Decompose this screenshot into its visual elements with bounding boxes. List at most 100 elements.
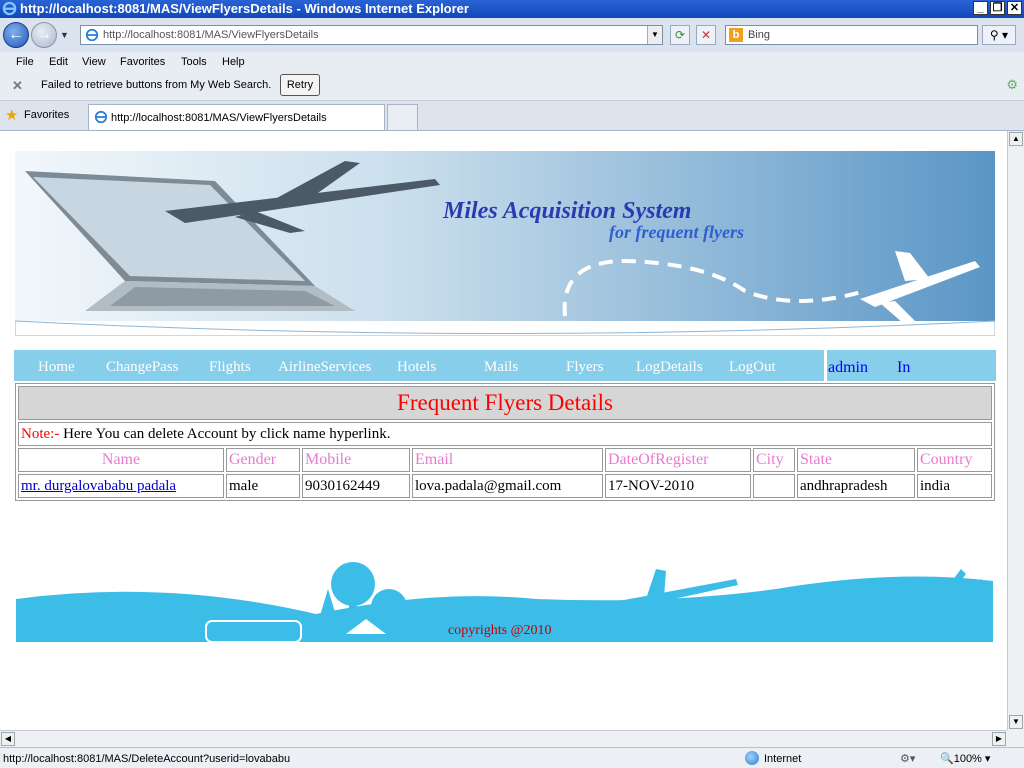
logged-in-user: admin [828,359,868,376]
nav-logout[interactable]: LogOut [729,359,776,376]
cell-gender: male [226,474,300,498]
search-placeholder[interactable]: Bing [748,29,770,41]
forward-arrow-icon: → [36,26,52,43]
search-box[interactable]: b Bing [725,25,978,45]
column-header: Name [18,448,224,472]
flyer-name-link[interactable]: mr. durgalovababu padala [21,478,176,494]
address-url[interactable]: http://localhost:8081/MAS/ViewFlyersDeta… [103,29,319,41]
window-title: http://localhost:8081/MAS/ViewFlyersDeta… [20,1,469,16]
internet-zone-icon [745,751,759,765]
zoom-value: 100% [953,753,982,765]
cell-state: andhrapradesh [797,474,915,498]
back-arrow-icon: ← [8,26,24,43]
back-button[interactable]: ← [3,22,29,48]
scroll-up-arrow-icon[interactable]: ▲ [1009,132,1023,146]
search-icon: ⚲ [989,28,999,42]
address-bar[interactable]: http://localhost:8081/MAS/ViewFlyersDeta… [80,25,663,45]
web-page: Miles Acquisition System for frequent fl… [0,131,1007,730]
cell-name: mr. durgalovababu padala [18,474,224,498]
navigation-bar: ← → ▼ http://localhost:8081/MAS/ViewFlye… [0,18,1024,52]
scroll-right-arrow-icon[interactable]: ▶ [992,732,1006,746]
favorites-bar: ★ Favorites http://localhost:8081/MAS/Vi… [0,101,1024,131]
site-nav-menu: Home ChangePass Flights AirlineServices … [14,350,996,381]
banner-title: Miles Acquisition System [442,198,691,224]
favorites-label[interactable]: Favorites [24,109,69,121]
menu-edit[interactable]: Edit [49,56,68,68]
retry-button[interactable]: Retry [280,74,320,96]
status-url: http://localhost:8081/MAS/DeleteAccount?… [3,753,291,765]
info-bar: ✕ Failed to retrieve buttons from My Web… [0,72,1024,101]
browser-tab[interactable]: http://localhost:8081/MAS/ViewFlyersDeta… [88,104,385,130]
site-banner: Miles Acquisition System for frequent fl… [15,151,995,336]
page-icon [85,28,99,42]
nav-home[interactable]: Home [38,359,75,376]
bing-icon: b [729,28,743,42]
ie-logo-icon [2,1,17,16]
column-header: State [797,448,915,472]
menu-bar: File Edit View Favorites Tools Help [0,52,1024,72]
info-message: Failed to retrieve buttons from My Web S… [41,79,272,91]
table-row: mr. durgalovababu padala male 9030162449… [18,474,992,498]
tab-title: http://localhost:8081/MAS/ViewFlyersDeta… [111,112,327,124]
column-header: Country [917,448,992,472]
scroll-left-arrow-icon[interactable]: ◀ [1,732,15,746]
cell-mobile: 9030162449 [302,474,410,498]
menu-view[interactable]: View [82,56,106,68]
dismiss-icon[interactable]: ✕ [12,78,23,94]
note-text: Here You can delete Account by click nam… [59,425,391,442]
note-label: Note:- [21,425,60,442]
maximize-button[interactable]: ❐ [990,1,1005,15]
minimize-button[interactable]: _ [973,1,988,15]
search-button[interactable]: ⚲ ▾ [982,25,1016,45]
copyright-text: copyrights @2010 [448,623,552,638]
menu-tools[interactable]: Tools [181,56,207,68]
nav-hotels[interactable]: Hotels [397,359,436,376]
menu-separator [824,350,827,381]
nav-mails[interactable]: Mails [484,359,518,376]
page-title: Frequent Flyers Details [18,386,992,420]
scroll-down-arrow-icon[interactable]: ▼ [1009,715,1023,729]
flyers-table: Frequent Flyers Details Note:- Here You … [15,383,995,501]
refresh-icon: ⟳ [674,28,686,42]
security-zone: Internet [764,753,802,765]
cell-country: india [917,474,992,498]
refresh-button[interactable]: ⟳ [670,25,690,45]
note-row: Note:- Here You can delete Account by cl… [18,422,992,446]
column-header: DateOfRegister [605,448,751,472]
horizontal-scrollbar[interactable]: ◀ ▶ [0,730,1007,747]
table-header-row: Name Gender Mobile Email DateOfRegister … [18,448,992,472]
favorites-star-icon[interactable]: ★ [5,106,18,124]
new-tab-button[interactable] [387,104,418,130]
cell-date: 17-NOV-2010 [605,474,751,498]
close-window-button[interactable]: ✕ [1007,1,1022,15]
tab-page-icon [94,110,108,124]
nav-flyers[interactable]: Flyers [566,359,604,376]
nav-changepass[interactable]: ChangePass [106,359,179,376]
column-header: City [753,448,795,472]
toolbar-options-icon[interactable]: ⚙ [1006,77,1018,93]
footer: copyrights @2010 [16,559,993,643]
status-bar: http://localhost:8081/MAS/DeleteAccount?… [0,747,1024,768]
forward-button[interactable]: → [31,22,57,48]
vertical-scrollbar[interactable]: ▲ ▼ [1007,131,1024,730]
window-title-bar: http://localhost:8081/MAS/ViewFlyersDeta… [0,0,1024,18]
nav-logdetails[interactable]: LogDetails [636,359,703,376]
menu-favorites[interactable]: Favorites [120,56,165,68]
menu-file[interactable]: File [16,56,34,68]
address-dropdown-icon[interactable]: ▼ [647,26,662,44]
nav-flights[interactable]: Flights [209,359,251,376]
banner-subtitle: for frequent flyers [609,222,744,242]
zoom-level[interactable]: 🔍100% ▾ [940,752,990,765]
column-header: Gender [226,448,300,472]
login-state: In [897,359,911,376]
column-header: Mobile [302,448,410,472]
history-dropdown-icon[interactable]: ▼ [60,30,69,40]
nav-airline-services[interactable]: AirlineServices [278,359,371,376]
column-header: Email [412,448,603,472]
scrollbar-corner [1007,730,1024,747]
cell-city [753,474,795,498]
cell-email: lova.padala@gmail.com [412,474,603,498]
stop-button[interactable]: ✕ [696,25,716,45]
menu-help[interactable]: Help [222,56,245,68]
protected-mode-icon[interactable]: ⚙▾ [900,752,915,765]
